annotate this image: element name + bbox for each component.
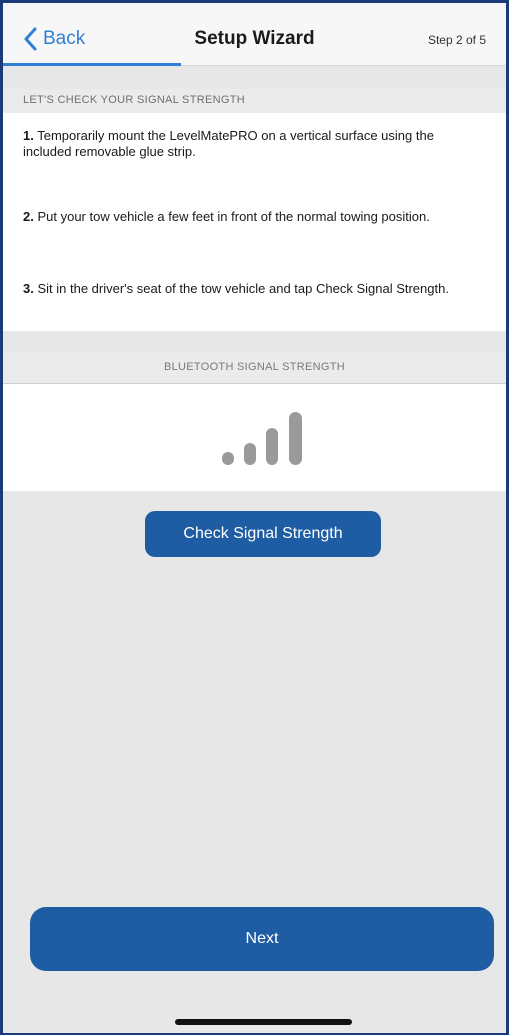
instruction-step-3: 3. Sit in the driver's seat of the tow v… [23, 281, 473, 297]
section-header: LET'S CHECK YOUR SIGNAL STRENGTH [3, 89, 506, 113]
step-text: Sit in the driver's seat of the tow vehi… [37, 281, 449, 296]
step-number: 3. [23, 281, 34, 296]
app-frame: Back Setup Wizard Step 2 of 5 LET'S CHEC… [0, 0, 509, 1035]
next-button[interactable]: Next [30, 907, 494, 971]
navigation-bar: Back Setup Wizard Step 2 of 5 [3, 3, 506, 66]
progress-underline [3, 63, 181, 66]
step-text: Temporarily mount the LevelMatePRO on a … [23, 128, 434, 159]
signal-strength-display [3, 384, 506, 491]
instructions-list: 1. Temporarily mount the LevelMatePRO on… [3, 113, 506, 331]
section-header-label: LET'S CHECK YOUR SIGNAL STRENGTH [23, 94, 245, 106]
bluetooth-section-header: BLUETOOTH SIGNAL STRENGTH [3, 353, 506, 384]
bluetooth-section-label: BLUETOOTH SIGNAL STRENGTH [163, 361, 346, 373]
signal-bar-1 [222, 452, 234, 465]
signal-bar-3 [266, 428, 278, 465]
step-number: 2. [23, 209, 34, 224]
signal-bar-4 [289, 412, 302, 465]
home-indicator[interactable] [175, 1019, 352, 1025]
signal-bars-icon [218, 408, 313, 473]
step-number: 1. [23, 128, 34, 143]
instruction-step-1: 1. Temporarily mount the LevelMatePRO on… [23, 128, 473, 160]
check-signal-strength-button[interactable]: Check Signal Strength [145, 511, 381, 557]
step-indicator: Step 2 of 5 [427, 33, 486, 47]
instruction-step-2: 2. Put your tow vehicle a few feet in fr… [23, 209, 473, 225]
step-text: Put your tow vehicle a few feet in front… [37, 209, 430, 224]
signal-bar-2 [244, 443, 256, 465]
